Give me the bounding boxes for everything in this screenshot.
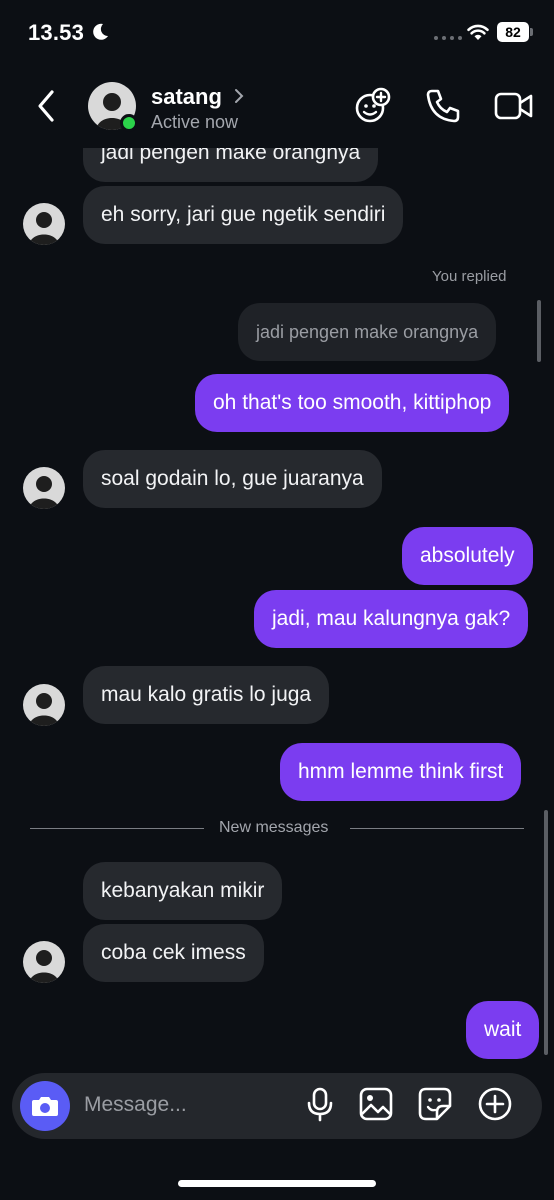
battery-tip — [530, 28, 533, 36]
sticker-icon[interactable] — [417, 1086, 453, 1122]
quoted-message[interactable]: jadi pengen make orangnya — [238, 303, 497, 361]
divider-line — [350, 828, 524, 829]
message-outgoing[interactable]: jadi, mau kalungnya gak? — [254, 590, 529, 648]
chevron-right-icon[interactable] — [233, 88, 245, 104]
contact-name[interactable]: satang — [151, 84, 222, 110]
status-time: 13.53 — [28, 20, 85, 45]
battery-indicator: 82 — [497, 22, 529, 42]
add-people-icon[interactable] — [352, 86, 392, 126]
sender-avatar[interactable] — [23, 684, 65, 726]
new-messages-divider: New messages — [219, 819, 329, 836]
message-outgoing[interactable]: oh that's too smooth, kittiphop — [195, 374, 510, 432]
message-incoming[interactable]: soal godain lo, gue juaranya — [83, 450, 382, 508]
back-arrow-icon[interactable] — [32, 88, 62, 124]
sender-avatar[interactable] — [23, 467, 65, 509]
replied-label: You replied — [432, 268, 507, 285]
active-status: Active now — [151, 112, 239, 132]
home-indicator[interactable] — [178, 1180, 376, 1187]
divider-line — [30, 828, 204, 829]
video-icon[interactable] — [494, 86, 534, 126]
wifi-icon — [467, 24, 489, 40]
message-outgoing[interactable]: absolutely — [402, 527, 533, 585]
camera-button[interactable] — [20, 1081, 70, 1131]
moon-icon — [93, 23, 108, 40]
sender-avatar[interactable] — [23, 203, 65, 245]
message-incoming[interactable]: kebanyakan mikir — [83, 862, 283, 920]
message-input[interactable]: Message... — [84, 1093, 187, 1117]
microphone-icon[interactable] — [302, 1086, 338, 1122]
online-indicator — [120, 114, 138, 132]
plus-circle-icon[interactable] — [477, 1086, 513, 1122]
scrollbar[interactable] — [544, 810, 548, 1055]
camera-icon — [32, 1097, 58, 1116]
sender-avatar[interactable] — [23, 941, 65, 983]
chat-header — [0, 72, 554, 148]
scrollbar-upper[interactable] — [537, 300, 541, 362]
gallery-icon[interactable] — [358, 1086, 394, 1122]
message-incoming[interactable]: eh sorry, jari gue ngetik sendiri — [83, 186, 404, 244]
phone-icon[interactable] — [423, 86, 463, 126]
signal-icon — [434, 36, 462, 40]
message-outgoing[interactable]: wait — [466, 1001, 540, 1059]
message-incoming[interactable]: coba cek imess — [83, 924, 264, 982]
message-incoming[interactable]: mau kalo gratis lo juga — [83, 666, 330, 724]
message-outgoing[interactable]: hmm lemme think first — [280, 743, 522, 801]
